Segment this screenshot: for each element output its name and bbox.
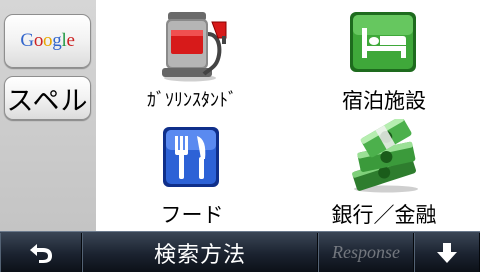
category-label: 銀行／金融	[331, 203, 437, 227]
google-logo: Google	[20, 30, 74, 52]
category-bank-finance[interactable]: 銀行／金融	[288, 115, 480, 230]
spell-button[interactable]: スペル	[4, 76, 91, 120]
google-letter: G	[20, 30, 34, 51]
category-food[interactable]: フード	[96, 115, 288, 230]
sidebar: Google スペル	[0, 0, 96, 231]
scroll-down-button[interactable]	[414, 233, 480, 272]
response-watermark: Response	[332, 242, 400, 262]
fork-knife-icon	[163, 127, 219, 187]
category-lodging[interactable]: 宿泊施設	[288, 0, 480, 115]
bottom-bar-title-area: 検索方法	[82, 233, 318, 272]
bed-icon	[350, 12, 416, 72]
category-gas-station[interactable]: ｶﾞｿﾘﾝｽﾀﾝﾄﾞ	[96, 0, 288, 115]
page-title: 検索方法	[153, 242, 246, 268]
watermark-area: Response	[318, 233, 414, 272]
category-grid: ｶﾞｿﾘﾝｽﾀﾝﾄﾞ 宿泊施設 フード 銀行／金融	[96, 0, 480, 231]
category-label: ｶﾞｿﾘﾝｽﾀﾝﾄﾞ	[147, 90, 237, 111]
category-label: 宿泊施設	[342, 89, 426, 113]
category-label: フード	[160, 203, 224, 227]
down-arrow-icon	[437, 242, 457, 263]
gas-pump-icon	[162, 12, 227, 82]
google-letter: o	[33, 30, 44, 51]
spell-button-label: スペル	[6, 85, 89, 117]
google-letter: o	[43, 30, 53, 51]
bottom-bar: 検索方法 Response	[0, 231, 480, 272]
google-search-button[interactable]: Google	[4, 14, 91, 68]
money-icon	[352, 119, 418, 193]
back-arrow-icon	[30, 243, 52, 263]
google-letter: e	[66, 30, 75, 51]
back-button[interactable]	[0, 233, 82, 272]
